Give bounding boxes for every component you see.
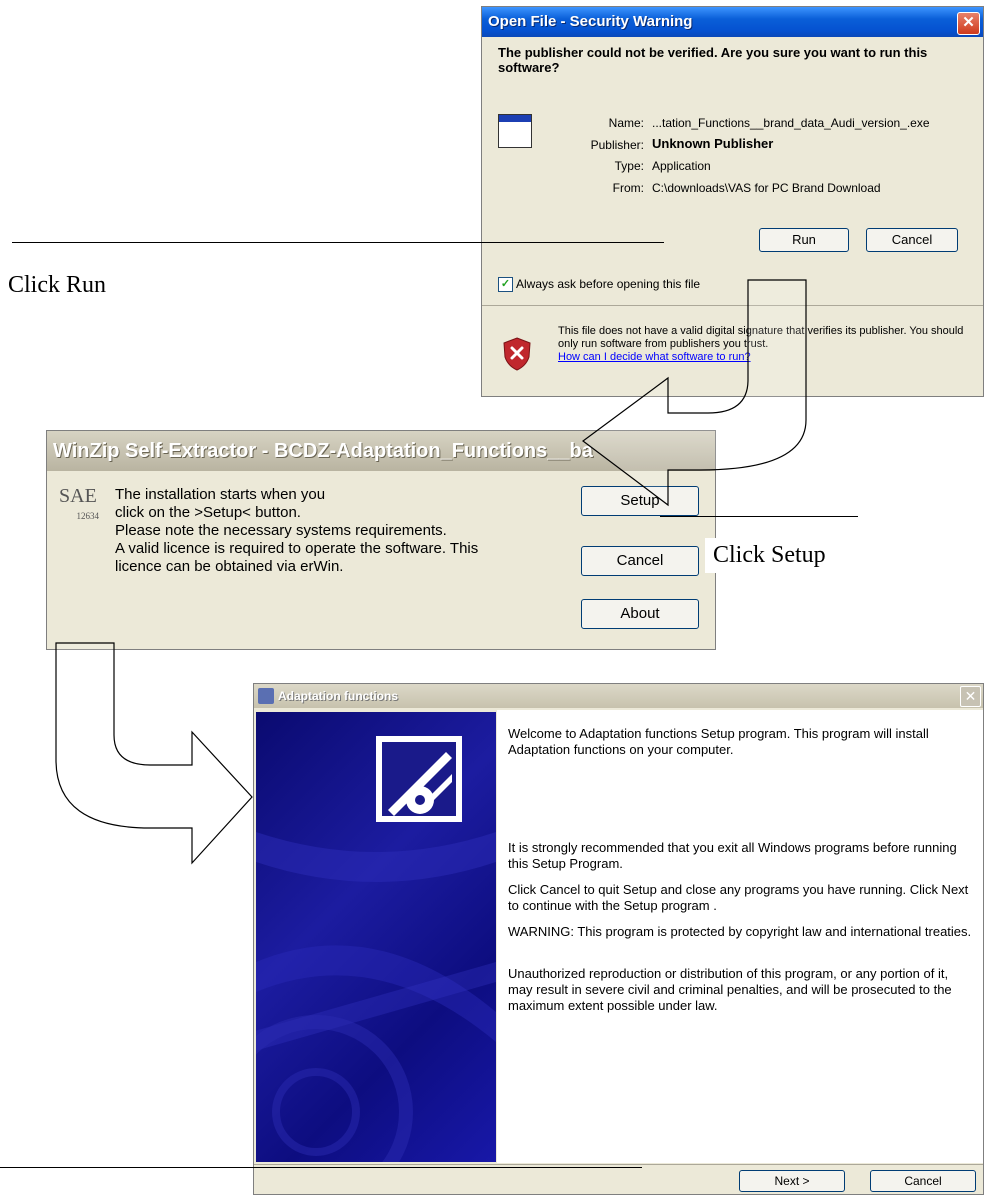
exit-programs-paragraph: It is strongly recommended that you exit… xyxy=(508,840,957,871)
publisher-question: The publisher could not be verified. Are… xyxy=(498,45,928,75)
footer-divider xyxy=(254,1164,983,1165)
field-value-publisher: Unknown Publisher xyxy=(652,136,774,151)
reproduction-warning-paragraph: Unauthorized reproduction or distributio… xyxy=(508,966,952,1013)
installation-message: The installation starts when you click o… xyxy=(115,486,479,575)
sae-logo: SAE 12634 xyxy=(59,485,99,521)
setup-cancel-button[interactable]: Cancel xyxy=(870,1170,976,1192)
next-pointer-line xyxy=(0,1167,642,1168)
adaptation-setup-dialog: Adaptation functions ✕ Welcome to Adapta… xyxy=(253,683,984,1195)
welcome-paragraph: Welcome to Adaptation functions Setup pr… xyxy=(508,726,929,757)
click-run-annotation: Click Run xyxy=(8,272,107,298)
next-button[interactable]: Next > xyxy=(739,1170,845,1192)
setup-welcome-panel: Welcome to Adaptation functions Setup pr… xyxy=(497,710,983,1163)
click-setup-annotation: Click Setup xyxy=(705,538,881,573)
winzip-cancel-button[interactable]: Cancel xyxy=(581,546,699,576)
arrow-to-setup-dialog xyxy=(55,642,253,865)
always-ask-checkbox[interactable]: ✓ xyxy=(498,277,513,292)
security-dialog-title: Open File - Security Warning xyxy=(482,7,983,37)
application-icon xyxy=(498,114,532,148)
cancel-button[interactable]: Cancel xyxy=(866,228,958,252)
field-label-publisher: Publisher: xyxy=(590,138,644,152)
field-value-name: ...tation_Functions__brand_data_Audi_ver… xyxy=(652,116,930,130)
divider xyxy=(482,305,983,306)
cancel-next-paragraph: Click Cancel to quit Setup and close any… xyxy=(508,882,969,913)
close-icon[interactable]: ✕ xyxy=(960,686,981,707)
field-value-from: C:\downloads\VAS for PC Brand Download xyxy=(652,181,881,195)
winzip-dialog: WinZip Self-Extractor - BCDZ-Adaptation_… xyxy=(46,430,716,650)
info-text-block: This file does not have a valid digital … xyxy=(558,325,968,364)
about-button[interactable]: About xyxy=(581,599,699,629)
checkbox-label: Always ask before opening this file xyxy=(516,277,701,291)
setup-app-icon xyxy=(258,688,274,704)
run-pointer-line xyxy=(12,242,664,243)
setup-side-artwork xyxy=(256,712,496,1162)
copyright-warning-paragraph: WARNING: This program is protected by co… xyxy=(508,924,972,939)
cd-artwork-graphic xyxy=(256,736,496,1162)
winzip-dialog-title: WinZip Self-Extractor - BCDZ-Adaptation_… xyxy=(47,431,715,471)
setup-pointer-line xyxy=(660,516,858,517)
setup-dialog-title: Adaptation functions xyxy=(254,684,983,708)
shield-warning-icon xyxy=(503,337,531,371)
signature-info-text: This file does not have a valid digital … xyxy=(558,325,964,350)
run-button[interactable]: Run xyxy=(759,228,849,252)
setup-button[interactable]: Setup xyxy=(581,486,699,516)
close-icon[interactable]: ✕ xyxy=(957,12,980,35)
field-label-from: From: xyxy=(612,181,644,195)
field-value-type: Application xyxy=(652,159,711,173)
field-label-type: Type: xyxy=(614,159,644,173)
decide-software-link[interactable]: How can I decide what software to run? xyxy=(558,351,968,364)
security-warning-dialog: Open File - Security Warning ✕ The publi… xyxy=(481,6,984,397)
field-label-name: Name: xyxy=(608,116,644,130)
